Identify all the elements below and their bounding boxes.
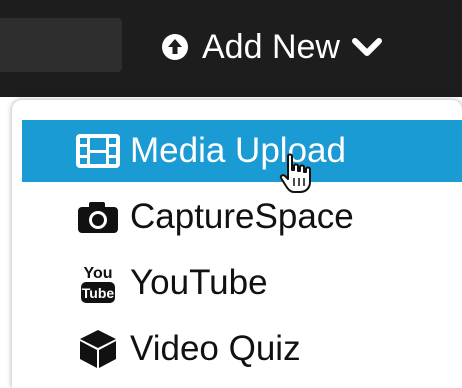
menu-item-youtube[interactable]: You Tube YouTube [22,252,462,314]
cube-icon [76,327,120,371]
circle-arrow-up-icon [160,32,190,62]
menu-item-capturespace[interactable]: CaptureSpace [22,186,462,248]
svg-text:Tube: Tube [82,285,115,301]
search-area[interactable] [0,18,122,72]
youtube-icon: You Tube [76,261,120,305]
menu-item-media-upload[interactable]: Media Upload [22,120,462,182]
chevron-down-icon [351,36,382,58]
film-icon [76,129,120,173]
add-new-label: Add New [202,27,340,66]
menu-item-video-quiz[interactable]: Video Quiz [22,318,462,380]
menu-item-label: Media Upload [130,131,346,170]
top-bar: Add New [0,0,462,97]
menu-item-label: Video Quiz [130,329,301,368]
menu-item-label: CaptureSpace [130,197,354,236]
menu-item-label: YouTube [130,263,268,302]
add-new-dropdown-menu: Media Upload CaptureSpace You Tube YouTu… [12,100,462,388]
svg-text:You: You [83,265,112,282]
camera-icon [76,195,120,239]
add-new-button[interactable]: Add New [160,22,382,72]
